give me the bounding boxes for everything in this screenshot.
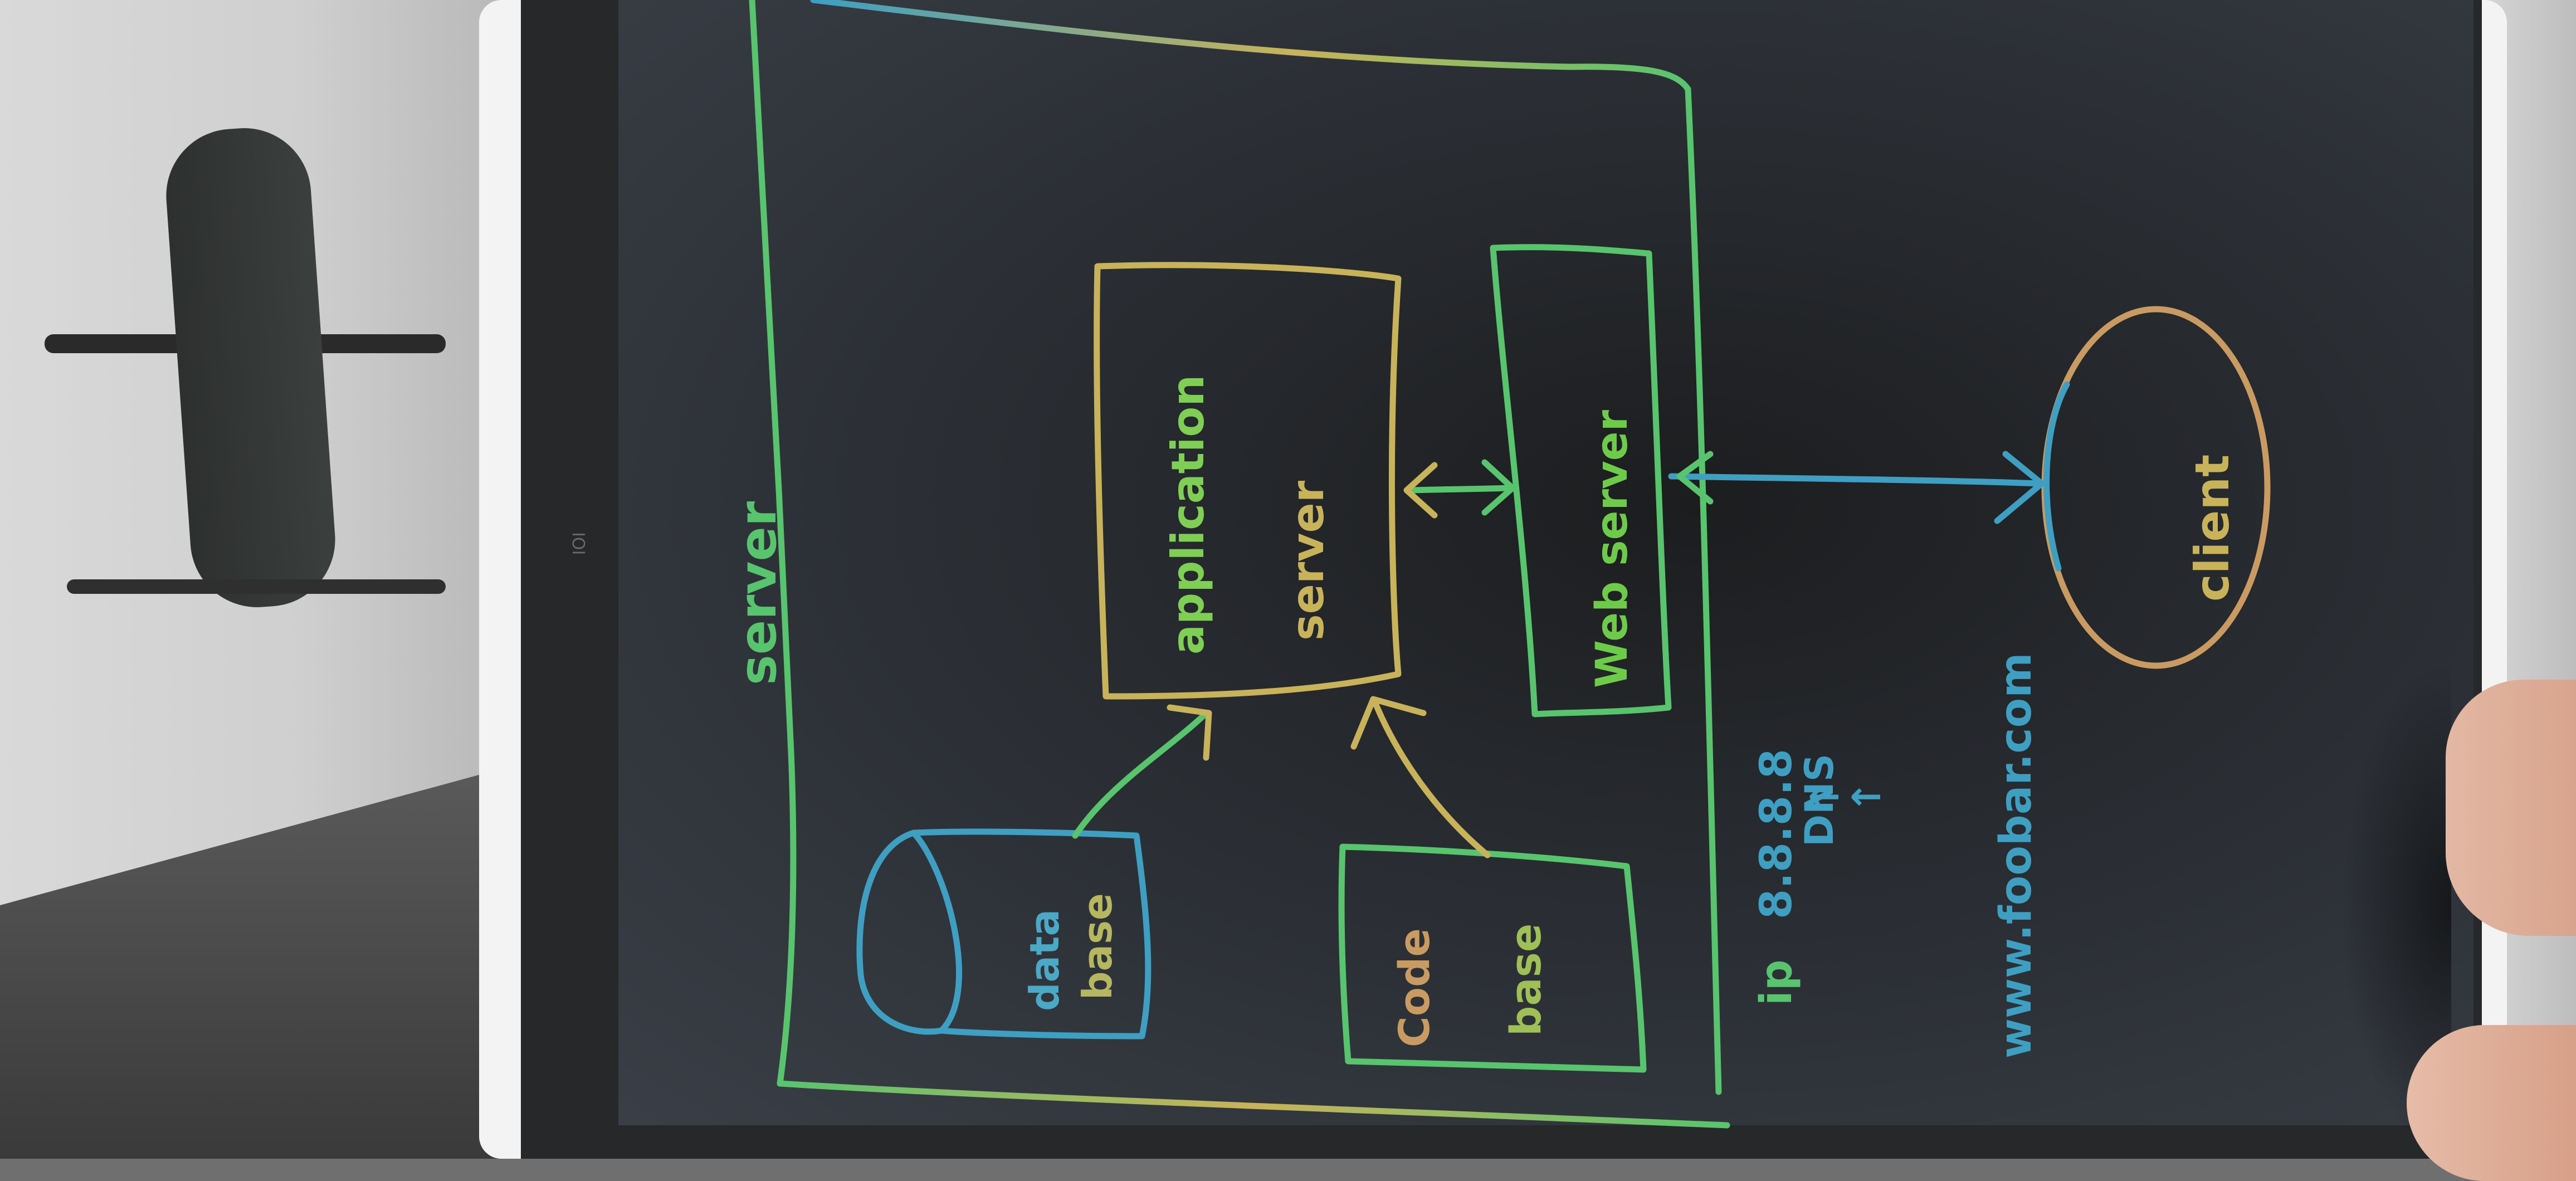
dns-domain: www.foobar.com xyxy=(1991,653,2041,1058)
server-container: server xyxy=(728,0,1730,1129)
web-server-box xyxy=(1490,244,1672,718)
server-container-right-edge xyxy=(1685,86,1722,1095)
dns-chain: ip 8.8.8.8 ↑ DNS ↑ www.foobar.com xyxy=(1752,653,2041,1058)
code-base-label-line2: base xyxy=(1501,924,1550,1036)
application-server-label-line2: server xyxy=(1282,480,1334,641)
node-client: client xyxy=(2041,306,2271,669)
database-label-line1: data xyxy=(1021,909,1068,1011)
application-server-box xyxy=(1094,262,1402,700)
edge-codebase-app-arrowhead xyxy=(1350,696,1427,750)
client-label: client xyxy=(2185,455,2240,602)
diagram: server application server Web server dat… xyxy=(728,0,2271,1129)
edge-web-client xyxy=(1668,451,2045,524)
code-base-box xyxy=(1338,843,1647,1073)
dns-label: DNS xyxy=(1797,754,1842,847)
edge-web-client-line xyxy=(1668,473,2042,487)
hand-finger-upper xyxy=(2446,680,2576,936)
node-application-server: application server xyxy=(1094,262,1402,700)
node-web-server: Web server xyxy=(1490,244,1672,718)
database-cylinder-end xyxy=(856,829,962,1035)
edge-web-app-line xyxy=(1406,485,1513,494)
edge-codebase-app-line xyxy=(1373,701,1491,858)
node-database: data base xyxy=(856,828,1152,1040)
database-label-line2: base xyxy=(1074,893,1121,1000)
edge-codebase-app xyxy=(1350,696,1491,858)
hand-finger-lower xyxy=(2407,1025,2576,1181)
edge-database-app-arrowhead xyxy=(1167,704,1212,761)
edge-web-client-arrowhead-client xyxy=(1994,451,2045,524)
dns-ip-prefix: ip xyxy=(1752,959,1802,1006)
client-circle-blue-arc xyxy=(2043,381,2070,572)
edge-database-app-line xyxy=(1072,712,1207,839)
application-server-label-line1: application xyxy=(1162,375,1214,655)
edge-web-app xyxy=(1403,459,1516,519)
dns-arrow-2: ↑ xyxy=(1844,780,1890,813)
edge-database-app xyxy=(1072,704,1212,839)
server-container-bottom-edge xyxy=(777,1080,1730,1129)
server-container-label: server xyxy=(728,501,788,685)
server-container-top-edge xyxy=(810,0,1691,92)
node-code-base: Code base xyxy=(1338,843,1647,1073)
web-server-label: Web server xyxy=(1587,409,1637,688)
code-base-label-line1: Code xyxy=(1389,928,1439,1047)
dns-ip-address: 8.8.8.8 xyxy=(1752,749,1802,919)
